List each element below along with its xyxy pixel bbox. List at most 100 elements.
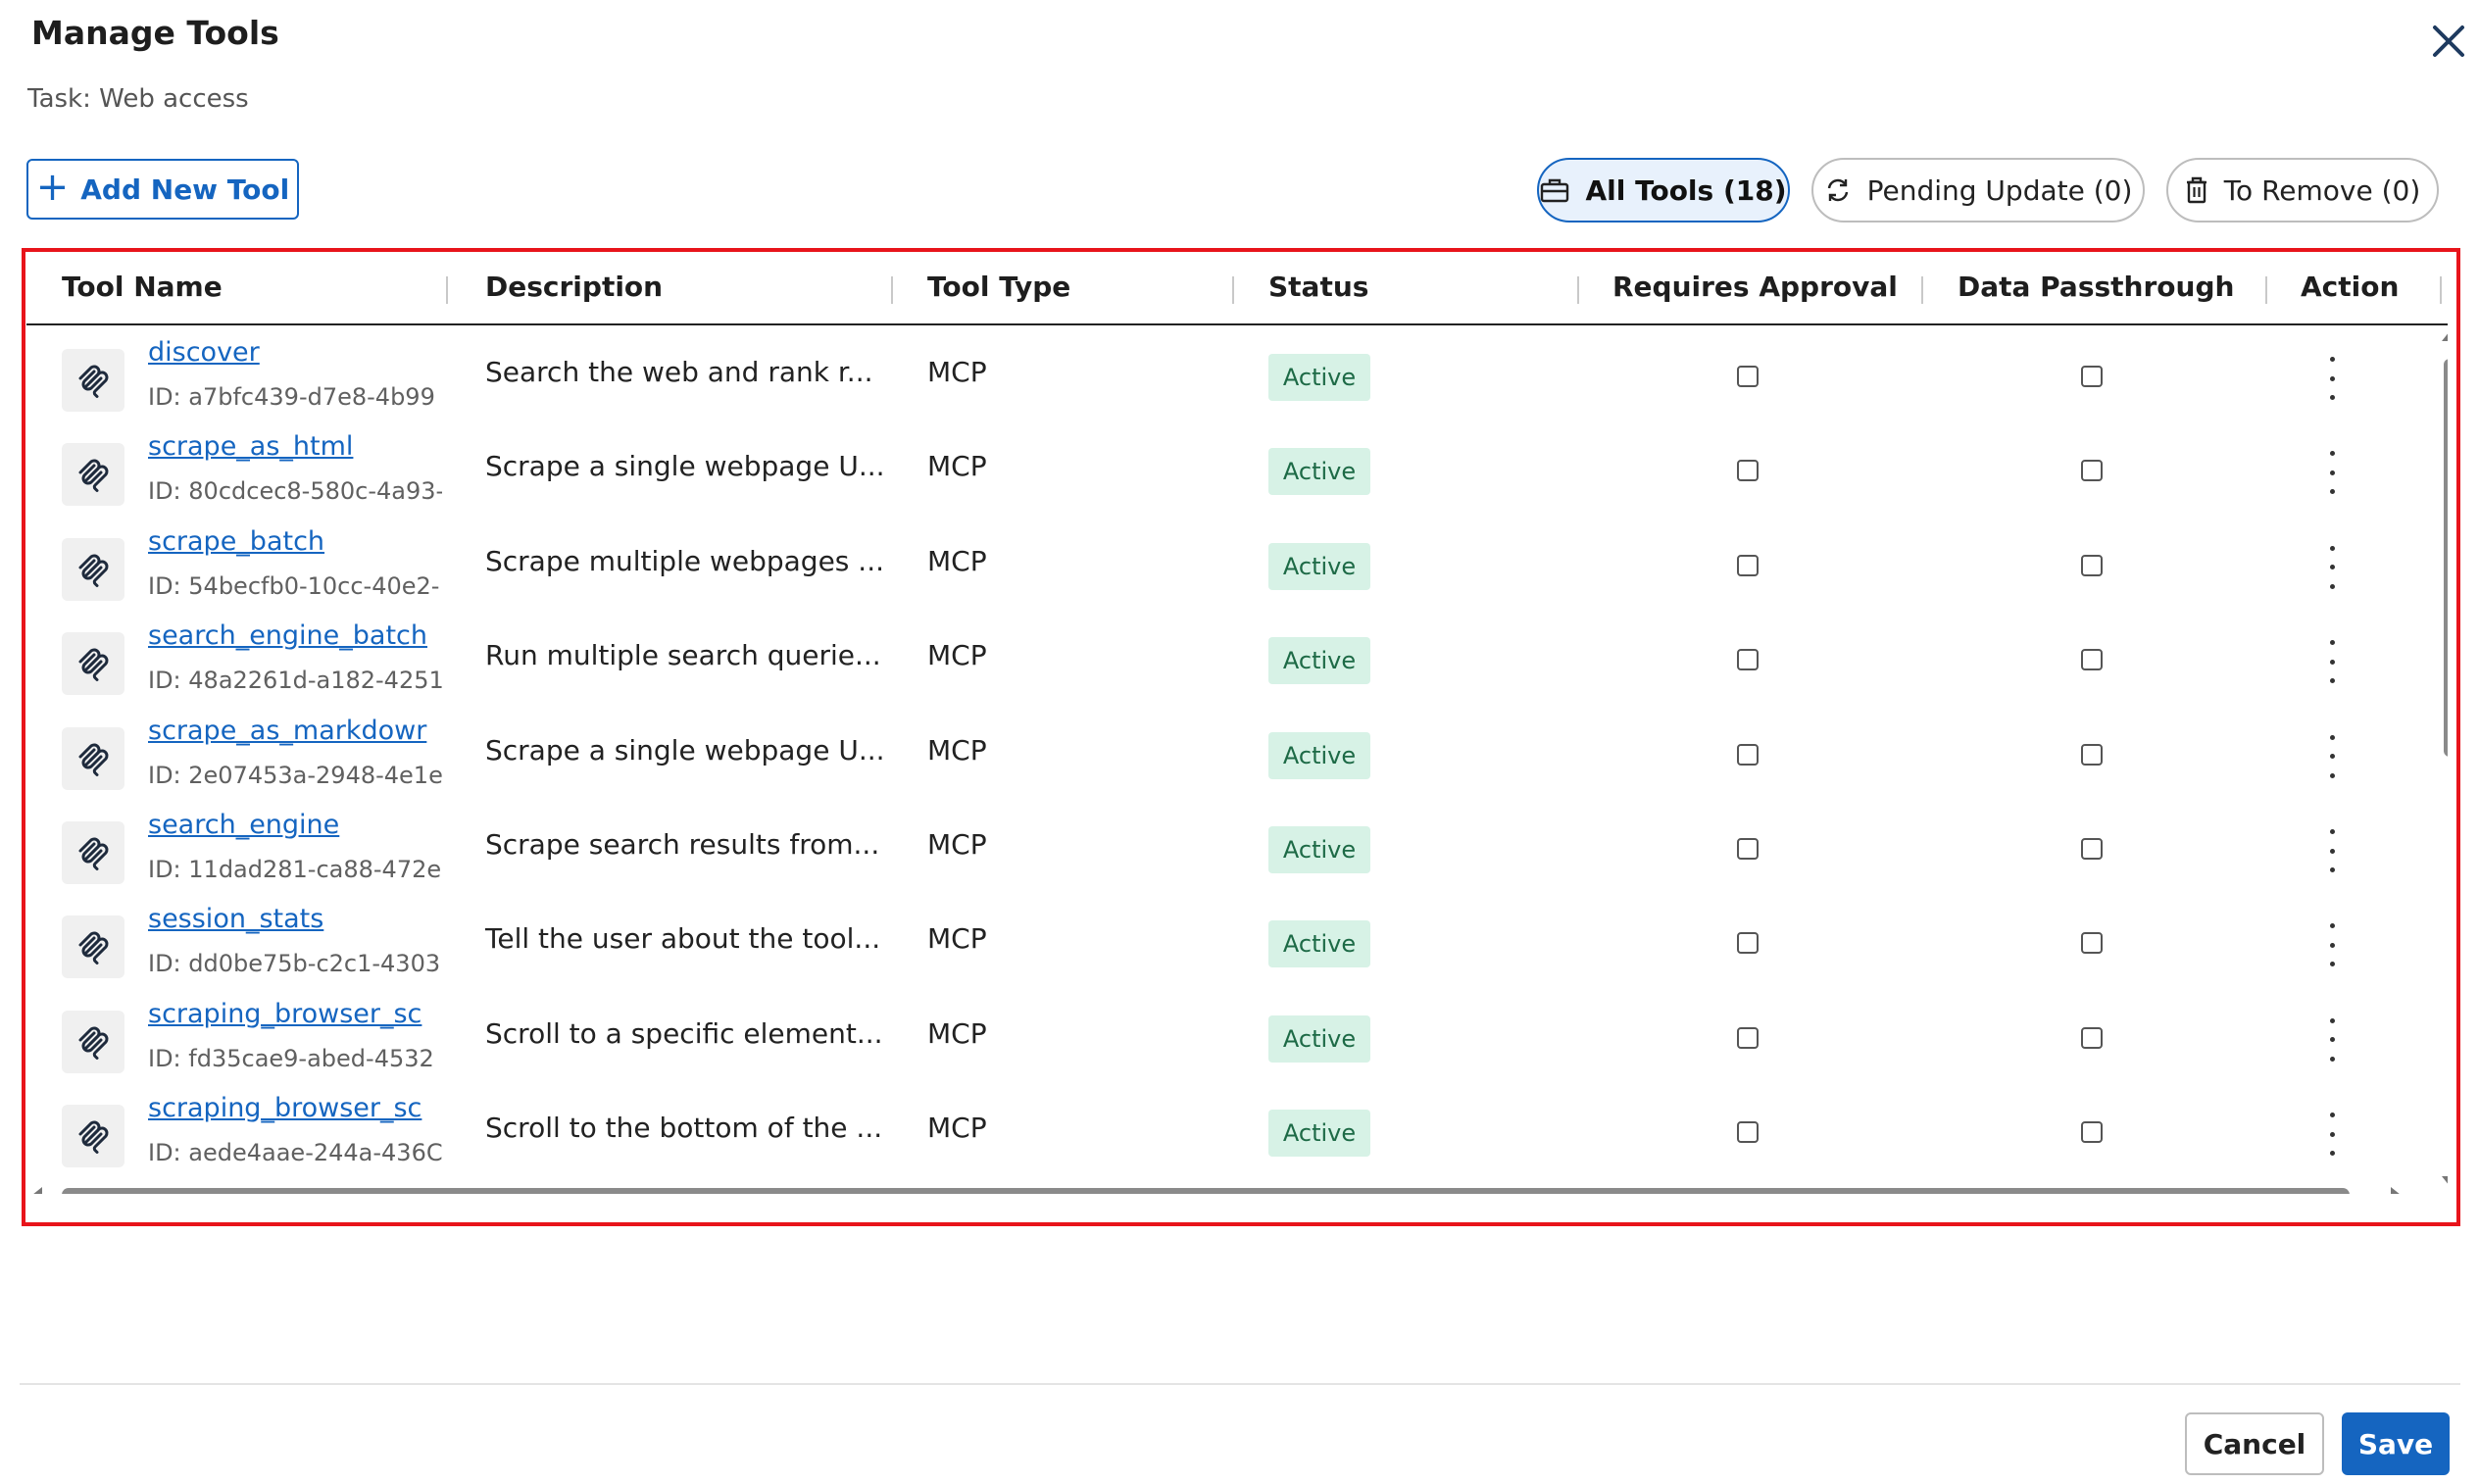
column-resize-handle[interactable]	[1921, 276, 1923, 304]
requires-approval-checkbox[interactable]	[1737, 649, 1759, 671]
tool-icon	[62, 349, 124, 412]
column-resize-handle[interactable]	[1232, 276, 1234, 304]
scroll-down-arrow-icon[interactable]	[2442, 1176, 2448, 1186]
tool-type: MCP	[927, 922, 987, 956]
tool-description: Tell the user about the tool...	[485, 922, 881, 956]
dialog-subtitle: Task: Web access	[27, 84, 249, 114]
column-resize-handle[interactable]	[2440, 276, 2442, 304]
requires-approval-checkbox[interactable]	[1737, 932, 1759, 955]
tool-description: Scroll to the bottom of the ...	[485, 1112, 883, 1145]
scroll-right-arrow-icon[interactable]	[2391, 1187, 2401, 1194]
tool-name-link[interactable]: session_stats	[148, 904, 442, 934]
kebab-dot-icon	[2329, 734, 2335, 740]
tool-name-link[interactable]: scrape_batch	[148, 526, 442, 557]
tool-description: Scrape search results from...	[485, 828, 880, 861]
filter-to-remove[interactable]: To Remove (0)	[2166, 158, 2439, 223]
data-passthrough-checkbox[interactable]	[2081, 932, 2103, 955]
mcp-icon	[78, 931, 109, 965]
save-button[interactable]: Save	[2342, 1412, 2450, 1475]
data-passthrough-checkbox[interactable]	[2081, 1121, 2103, 1144]
row-actions-menu-button[interactable]	[2322, 545, 2342, 589]
tool-id: ID: 54becfb0-10cc-40e2-	[148, 571, 440, 600]
column-header-data-passthrough[interactable]: Data Passthrough	[1958, 271, 2234, 303]
scroll-up-arrow-icon[interactable]	[2442, 331, 2448, 341]
close-button[interactable]	[2421, 14, 2476, 69]
requires-approval-checkbox[interactable]	[1737, 1026, 1759, 1049]
row-actions-menu-button[interactable]	[2322, 1113, 2342, 1157]
kebab-dot-icon	[2329, 754, 2335, 760]
row-actions-menu-button[interactable]	[2322, 829, 2342, 872]
horizontal-scroll-thumb[interactable]	[62, 1188, 2350, 1194]
status-badge: Active	[1268, 1110, 1370, 1158]
column-header-requires-approval[interactable]: Requires Approval	[1612, 271, 1898, 303]
column-header-tool-type[interactable]: Tool Type	[927, 271, 1070, 303]
kebab-dot-icon	[2329, 489, 2335, 495]
tool-description: Scrape a single webpage U...	[485, 733, 885, 767]
data-passthrough-checkbox[interactable]	[2081, 838, 2103, 860]
kebab-dot-icon	[2329, 829, 2335, 834]
row-actions-menu-button[interactable]	[2322, 734, 2342, 778]
row-actions-menu-button[interactable]	[2322, 640, 2342, 684]
requires-approval-checkbox[interactable]	[1737, 366, 1759, 387]
kebab-dot-icon	[2329, 942, 2335, 948]
data-passthrough-checkbox[interactable]	[2081, 743, 2103, 766]
data-passthrough-checkbox[interactable]	[2081, 1026, 2103, 1049]
kebab-dot-icon	[2329, 848, 2335, 854]
row-actions-menu-button[interactable]	[2322, 451, 2342, 495]
column-resize-handle[interactable]	[891, 276, 893, 304]
requires-approval-checkbox[interactable]	[1737, 554, 1759, 576]
row-actions-menu-button[interactable]	[2322, 1017, 2342, 1062]
column-header-tool-name[interactable]: Tool Name	[62, 271, 223, 303]
tool-id: ID: 80cdcec8-580c-4a93-	[148, 477, 442, 506]
table-row: search_engine ID: 11dad281-ca88-472e Scr…	[26, 802, 2418, 896]
tool-name-link[interactable]: discover	[148, 337, 442, 368]
data-passthrough-checkbox[interactable]	[2081, 460, 2103, 482]
data-passthrough-checkbox[interactable]	[2081, 554, 2103, 576]
status-badge: Active	[1268, 354, 1370, 401]
filter-pending-update[interactable]: Pending Update (0)	[1811, 158, 2145, 223]
cancel-button[interactable]: Cancel	[2185, 1412, 2324, 1475]
column-resize-handle[interactable]	[446, 276, 448, 304]
tool-icon	[62, 537, 124, 601]
tool-icon	[62, 915, 124, 979]
table-row: discover ID: a7bfc439-d7e8-4b99 Search t…	[26, 329, 2418, 423]
requires-approval-checkbox[interactable]	[1737, 838, 1759, 860]
vertical-scroll-thumb[interactable]	[2444, 359, 2448, 757]
filter-all-tools-label: All Tools (18)	[1585, 173, 1787, 207]
column-header-status[interactable]: Status	[1268, 271, 1368, 303]
tool-name-link[interactable]: search_engine	[148, 810, 442, 840]
tool-name-link[interactable]: scrape_as_html	[148, 431, 442, 462]
kebab-dot-icon	[2329, 923, 2335, 929]
data-passthrough-checkbox[interactable]	[2081, 366, 2103, 387]
column-resize-handle[interactable]	[1577, 276, 1579, 304]
tool-description: Scroll to a specific element...	[485, 1016, 883, 1050]
add-new-tool-button[interactable]: + Add New Tool	[26, 159, 299, 220]
row-actions-menu-button[interactable]	[2322, 357, 2342, 400]
kebab-dot-icon	[2329, 375, 2335, 381]
requires-approval-checkbox[interactable]	[1737, 460, 1759, 482]
tool-name-link[interactable]: scraping_browser_sc	[148, 999, 442, 1029]
column-resize-handle[interactable]	[2265, 276, 2267, 304]
tool-icon	[62, 726, 124, 790]
kebab-dot-icon	[2329, 357, 2335, 362]
column-header-description[interactable]: Description	[485, 271, 663, 303]
row-actions-menu-button[interactable]	[2322, 923, 2342, 967]
requires-approval-checkbox[interactable]	[1737, 743, 1759, 766]
scroll-left-arrow-icon[interactable]	[32, 1187, 42, 1194]
tool-id: ID: fd35cae9-abed-4532	[148, 1044, 434, 1072]
mcp-icon	[78, 837, 109, 870]
tool-name-link[interactable]: search_engine_batch	[148, 620, 442, 651]
data-passthrough-checkbox[interactable]	[2081, 649, 2103, 671]
vertical-scrollbar[interactable]	[2440, 331, 2448, 1186]
tool-type: MCP	[927, 639, 987, 672]
requires-approval-checkbox[interactable]	[1737, 1121, 1759, 1144]
horizontal-scrollbar[interactable]	[26, 1184, 2428, 1194]
mcp-icon	[78, 554, 109, 587]
filter-all-tools[interactable]: All Tools (18)	[1537, 158, 1790, 223]
status-badge: Active	[1268, 731, 1370, 779]
tool-name-link[interactable]: scrape_as_markdowr	[148, 716, 442, 746]
plus-icon: +	[35, 165, 70, 210]
table-row: scraping_browser_sc ID: fd35cae9-abed-45…	[26, 991, 2418, 1085]
tool-name-link[interactable]: scraping_browser_sc	[148, 1093, 442, 1123]
tool-type: MCP	[927, 1016, 987, 1050]
